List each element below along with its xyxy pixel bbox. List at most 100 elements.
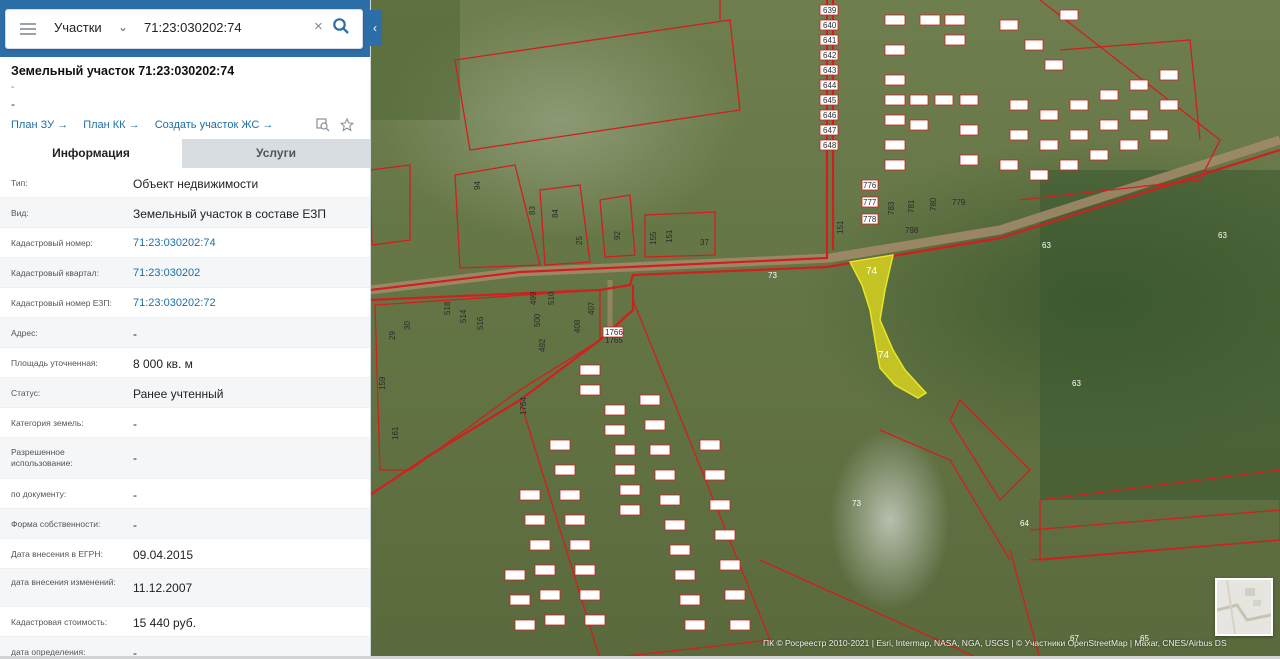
detail-key: Кадастровый квартал: [11,268,99,278]
plot-label: 647 [823,126,837,135]
detail-value: - [133,488,137,502]
search-type-select[interactable]: Участки [54,20,102,35]
detail-value: - [133,417,137,431]
plot-label: 640 [823,21,837,30]
detail-row: Кадастровая стоимость: 15 440 руб. [0,607,370,637]
plot-label: 63 [1042,241,1051,250]
detail-value: - [133,327,137,341]
plot-label: 778 [863,215,877,224]
detail-key: Адрес: [11,328,38,338]
plot-label: 1764 [519,397,528,415]
detail-key: Дата внесения в ЕГРН: [11,549,103,559]
parcel-subtitle: - [11,82,15,93]
detail-row: Кадастровый номер: 71:23:030202:74 [0,228,370,258]
plan-zu-link[interactable]: План ЗУ → [11,119,68,131]
plot-label: 644 [823,81,837,90]
search-icon[interactable] [332,17,350,35]
clear-icon[interactable]: × [314,18,323,35]
plot-label: 499 [529,291,538,305]
plot-label: 492 [538,338,547,352]
plot-label: 798 [905,226,919,235]
plot-label: 151 [665,229,674,243]
ezp-number-link[interactable]: 71:23:030202:72 [133,297,216,309]
plot-label: 516 [476,316,485,330]
plot-label: 408 [573,319,582,333]
plot-label: 84 [551,209,560,218]
plot-label: 780 [929,197,938,211]
plot-label: 777 [863,198,877,207]
cadastral-quarter-link[interactable]: 71:23:030202 [133,267,200,279]
detail-row: Статус: Ранее учтенный [0,378,370,408]
detail-row: Вид: Земельный участок в составе ЕЗП [0,198,370,228]
panel-tabs: Информация Услуги [0,139,370,168]
detail-row: дата внесения изменений: 11.12.2007 [0,569,370,607]
detail-key: Статус: [11,388,41,398]
detail-key: Площадь уточненная: [11,358,98,368]
plot-label: 639 [823,6,837,15]
tab-services[interactable]: Услуги [182,139,370,168]
plot-label: 783 [887,201,896,215]
plot-label: 161 [391,426,400,440]
plot-label: 30 [403,321,412,330]
plot-label: 64 [1020,519,1029,528]
plot-label: 83 [528,206,537,215]
detail-row: Площадь уточненная: 8 000 кв. м [0,348,370,378]
plot-label: 641 [823,36,837,45]
detail-row: Кадастровый квартал: 71:23:030202 [0,258,370,288]
zoom-to-icon[interactable] [316,118,330,132]
plot-label: 151 [836,220,845,234]
star-icon[interactable] [340,118,354,132]
selected-parcel[interactable] [848,254,928,399]
detail-row: по документу: - [0,479,370,509]
basemap-switcher[interactable] [1215,578,1273,636]
detail-value: 09.04.2015 [133,548,194,562]
parcel-title: Земельный участок 71:23:030202:74 [11,64,235,78]
plot-label: 642 [823,51,837,60]
detail-row: Разрешенное использование: - [0,438,370,479]
detail-row: Адрес: - [0,318,370,348]
detail-row: Категория земель: - [0,408,370,438]
detail-row: Дата внесения в ЕГРН: 09.04.2015 [0,539,370,569]
plot-label: 407 [587,301,596,315]
detail-row: Форма собственности: - [0,509,370,539]
search-input[interactable] [142,19,316,36]
plot-label: 29 [388,331,397,340]
menu-icon[interactable] [20,23,36,35]
map-attribution: ПК © Росреестр 2010-2021 | Esri, Interma… [763,638,1227,648]
detail-value: 8 000 кв. м [133,357,193,371]
tab-information[interactable]: Информация [0,139,182,168]
cadastral-number-link[interactable]: 71:23:030202:74 [133,237,216,249]
detail-key: Вид: [11,208,29,218]
detail-value: - [133,451,137,465]
plot-label: 37 [700,238,709,247]
detail-value: - [133,518,137,532]
plot-label: 159 [378,376,387,390]
parcel-address-line: - [11,97,15,111]
plot-label: 1766 [605,328,623,337]
detail-key: Категория земель: [11,418,84,428]
plot-label: 92 [613,231,622,240]
plot-label: 155 [649,231,658,245]
detail-key: дата внесения изменений: [11,577,116,587]
detail-key: Тип: [11,178,28,188]
detail-row: Тип: Объект недвижимости [0,168,370,198]
collapse-panel-button[interactable]: ‹ [368,10,382,46]
detail-value: Объект недвижимости [133,177,259,191]
plot-label: 63 [1072,379,1081,388]
search-bar: Участки ⌄ × [5,9,363,49]
detail-key: Разрешенное использование: [11,447,73,468]
plot-label: 94 [473,181,482,190]
plot-label: 510 [547,291,556,305]
plan-kk-link[interactable]: План КК → [83,119,139,131]
small-plots [819,4,1179,181]
detail-key: по документу: [11,489,67,499]
plot-label: 73 [852,499,861,508]
create-zhs-link[interactable]: Создать участок ЖС → [155,119,274,131]
plot-label: 63 [1218,231,1227,240]
action-links: План ЗУ → План КК → Создать участок ЖС → [11,119,285,131]
detail-value: Земельный участок в составе ЕЗП [133,207,326,221]
details-list: Тип: Объект недвижимости Вид: Земельный … [0,168,370,659]
chevron-down-icon[interactable]: ⌄ [118,20,128,34]
detail-value: Ранее учтенный [133,387,224,401]
plot-label: 648 [823,141,837,150]
